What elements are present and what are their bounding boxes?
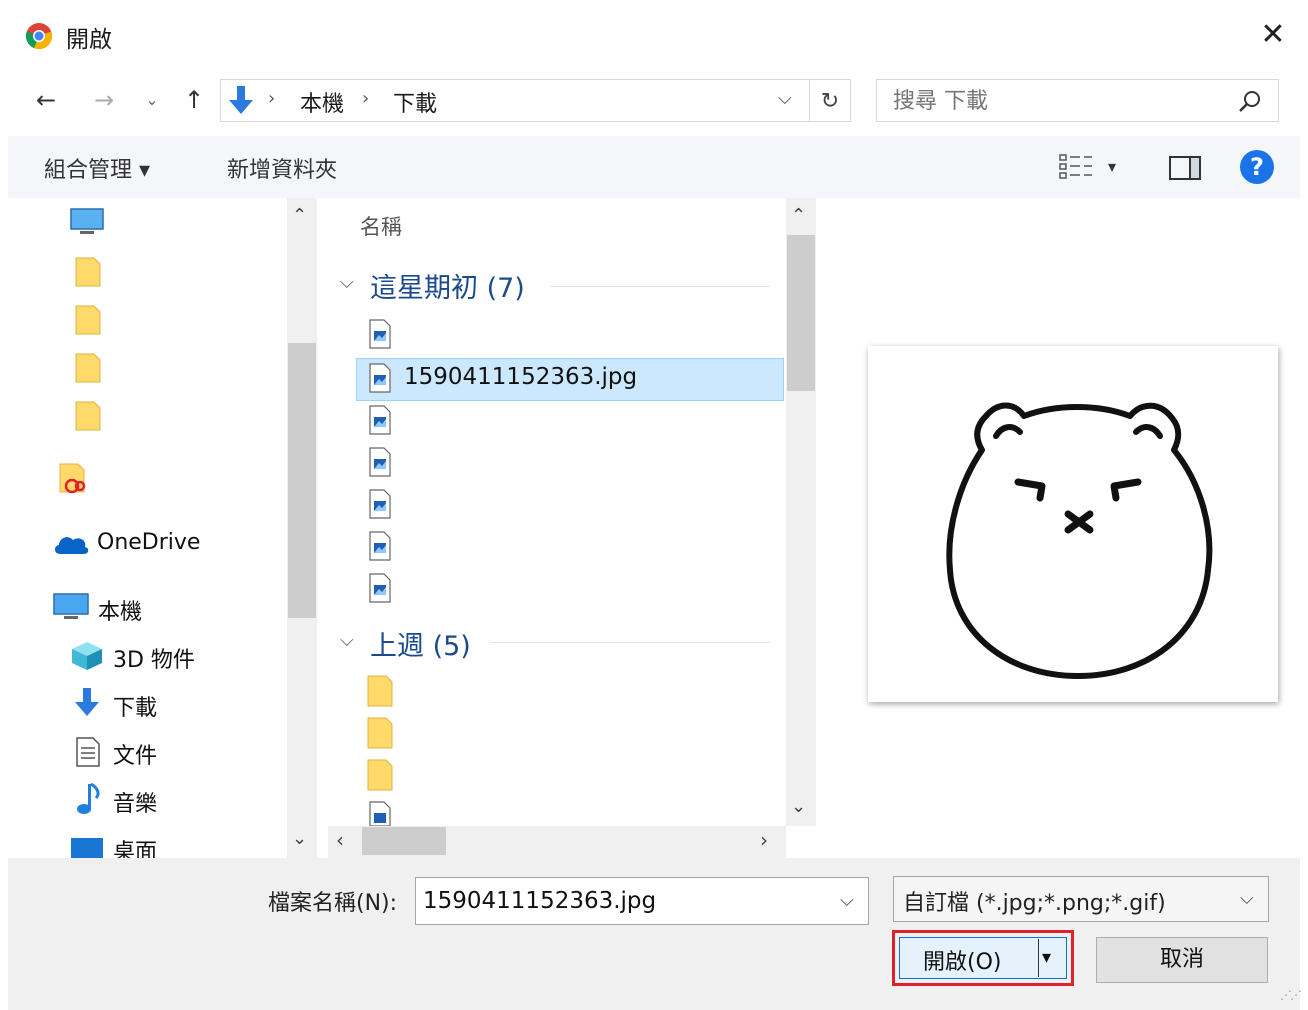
group-divider: [490, 642, 770, 643]
group-collapse-chevron[interactable]: ⌵: [340, 630, 354, 651]
3d-objects-icon: [72, 642, 102, 670]
horizontal-scrollbar-thumb[interactable]: [362, 827, 446, 855]
group-header-this-week[interactable]: 這星期初 (7): [370, 266, 525, 305]
close-button[interactable]: ✕: [1250, 14, 1296, 56]
download-icon: [75, 688, 99, 716]
nav-scroll-up-button[interactable]: ⌃: [292, 205, 307, 226]
search-input[interactable]: [893, 86, 1213, 116]
sidebar-item-documents[interactable]: 文件: [113, 738, 157, 770]
column-header-name[interactable]: 名稱: [360, 211, 402, 241]
sidebar-item-this-pc[interactable]: 本機: [98, 594, 142, 626]
breadcrumb-pc[interactable]: 本機: [300, 86, 344, 118]
image-file-icon[interactable]: [368, 800, 392, 826]
desktop-icon: [71, 838, 103, 858]
view-mode-icon[interactable]: [1058, 152, 1094, 182]
folder-icon[interactable]: [366, 674, 394, 708]
title-bar: [0, 0, 1308, 70]
folder-icon[interactable]: [74, 304, 102, 336]
onedrive-icon: [54, 537, 89, 554]
filename-dropdown-button[interactable]: ⌵: [840, 890, 854, 911]
folder-icon[interactable]: [74, 256, 102, 288]
image-file-icon[interactable]: [368, 404, 392, 436]
image-file-icon[interactable]: [368, 362, 392, 394]
group-header-last-week[interactable]: 上週 (5): [370, 624, 471, 663]
bear-face-preview-image: [946, 402, 1213, 679]
breadcrumb-separator: ›: [268, 88, 276, 109]
filename-input[interactable]: [423, 884, 823, 918]
navigation-pane: [8, 198, 318, 858]
up-button[interactable]: ↑: [176, 80, 212, 120]
search-icon: [1239, 91, 1260, 112]
pc-icon: [53, 593, 89, 619]
view-mode-dropdown-button[interactable]: ▾: [1108, 157, 1116, 176]
image-file-icon[interactable]: [368, 530, 392, 562]
open-options-dropdown-button[interactable]: ▾: [1042, 947, 1051, 968]
folder-icon[interactable]: [366, 758, 394, 792]
file-scroll-down-button[interactable]: ⌄: [791, 796, 806, 817]
chevron-down-icon[interactable]: ⌵: [1240, 888, 1254, 909]
command-toolbar: [8, 136, 1300, 198]
open-button-split-divider: [1038, 939, 1039, 977]
nav-scroll-down-button[interactable]: ⌄: [292, 828, 307, 849]
address-dropdown-button[interactable]: ⌵: [778, 88, 792, 109]
file-scroll-up-button[interactable]: ⌃: [791, 205, 806, 226]
group-divider: [550, 286, 770, 287]
image-file-icon[interactable]: [368, 446, 392, 478]
back-button[interactable]: ←: [28, 80, 64, 120]
preview-pane-icon[interactable]: [1168, 154, 1202, 182]
open-button-label[interactable]: 開啟(O): [923, 944, 1001, 976]
download-icon: [229, 86, 253, 114]
file-list-scrollbar-thumb[interactable]: [787, 235, 815, 391]
sidebar-item-onedrive[interactable]: OneDrive: [97, 530, 200, 555]
filename-label: 檔案名稱(N):: [268, 891, 398, 916]
breadcrumb-downloads[interactable]: 下載: [393, 86, 437, 118]
scroll-left-button[interactable]: ‹: [336, 828, 344, 852]
image-file-icon[interactable]: [368, 572, 392, 604]
image-file-icon[interactable]: [368, 318, 392, 350]
new-folder-button[interactable]: 新增資料夾: [227, 152, 337, 184]
folder-icon[interactable]: [366, 716, 394, 750]
chrome-icon: [25, 23, 53, 50]
sidebar-item-downloads[interactable]: 下載: [113, 690, 157, 722]
sidebar-item-music[interactable]: 音樂: [113, 786, 157, 818]
resize-grip-icon[interactable]: ⋰⋰: [1280, 988, 1302, 1002]
scroll-right-button[interactable]: ›: [760, 828, 768, 852]
creative-cloud-folder-icon[interactable]: [58, 462, 90, 496]
image-file-icon[interactable]: [368, 488, 392, 520]
cancel-button[interactable]: 取消: [1096, 937, 1268, 983]
file-name-selected[interactable]: 1590411152363.jpg: [404, 364, 637, 390]
nav-scrollbar-thumb[interactable]: [288, 343, 316, 618]
folder-icon[interactable]: [74, 400, 102, 432]
recent-locations-button[interactable]: ⌄: [140, 80, 164, 120]
help-icon[interactable]: ?: [1240, 150, 1274, 184]
folder-icon[interactable]: [74, 352, 102, 384]
group-collapse-chevron[interactable]: ⌵: [340, 272, 354, 293]
window-title: 開啟: [66, 27, 112, 53]
breadcrumb-separator: ›: [362, 88, 370, 109]
refresh-button[interactable]: ↻: [810, 79, 851, 122]
forward-button[interactable]: →: [86, 80, 122, 120]
filetype-selected-value[interactable]: 自訂檔 (*.jpg;*.png;*.gif): [903, 885, 1166, 917]
organize-button[interactable]: 組合管理 ▾: [44, 152, 150, 184]
sidebar-item-3d-objects[interactable]: 3D 物件: [113, 642, 195, 674]
desktop-icon[interactable]: [70, 208, 104, 238]
music-icon: [77, 782, 100, 814]
document-icon: [76, 737, 100, 767]
